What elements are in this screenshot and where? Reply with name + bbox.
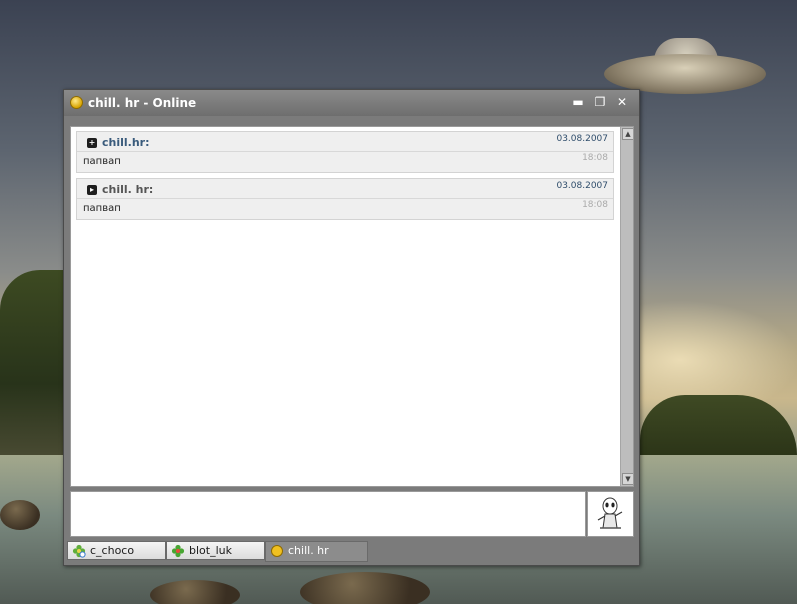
expand-icon[interactable]: ▸ <box>87 185 97 195</box>
message-sender: chill. hr: <box>102 183 154 196</box>
wallpaper-rock <box>150 580 240 604</box>
message-text: папвап <box>83 203 121 214</box>
restore-icon[interactable]: ❐ <box>592 94 608 110</box>
message-time: 18:08 <box>582 153 608 163</box>
flower-online-icon <box>171 544 185 558</box>
tab-c-choco[interactable]: c_choco <box>67 541 166 560</box>
message-item: + chill.hr: 03.08.2007 18:08 папвап <box>76 131 614 173</box>
close-icon[interactable]: ✕ <box>614 94 630 110</box>
wallpaper-jungle-left <box>0 270 64 460</box>
message-history[interactable]: + chill.hr: 03.08.2007 18:08 папвап ▸ ch… <box>70 126 634 487</box>
flower-away-icon <box>72 544 86 558</box>
wallpaper-rock <box>0 500 40 530</box>
message-sender: chill.hr: <box>102 136 150 149</box>
tab-chill-hr[interactable]: chill. hr <box>265 541 368 562</box>
window-title: chill. hr - Online <box>88 96 197 110</box>
conversation-tabs: c_choco blot_luk chill. hr <box>64 541 639 565</box>
alien-avatar-icon <box>597 497 623 529</box>
message-text: папвап <box>83 156 121 167</box>
contact-avatar[interactable] <box>587 491 634 537</box>
window-titlebar[interactable]: chill. hr - Online ▬ ❐ ✕ <box>64 90 639 116</box>
expand-icon[interactable]: + <box>87 138 97 148</box>
online-status-icon <box>70 96 83 109</box>
tab-label: c_choco <box>90 544 135 557</box>
message-date: 03.08.2007 <box>556 134 608 144</box>
history-scrollbar[interactable]: ▲ ▼ <box>620 127 633 486</box>
chat-window: chill. hr - Online ▬ ❐ ✕ + chill.hr: 03.… <box>63 89 640 566</box>
tab-label: blot_luk <box>189 544 232 557</box>
message-item: ▸ chill. hr: 03.08.2007 18:08 папвап <box>76 178 614 220</box>
online-status-icon <box>271 545 283 557</box>
scroll-up-icon[interactable]: ▲ <box>622 128 633 140</box>
message-input[interactable] <box>70 491 586 537</box>
tab-blot-luk[interactable]: blot_luk <box>166 541 265 560</box>
message-time: 18:08 <box>582 200 608 210</box>
scroll-down-icon[interactable]: ▼ <box>622 473 633 485</box>
wallpaper-rock <box>300 572 430 604</box>
minimize-icon[interactable]: ▬ <box>570 94 586 110</box>
tab-label: chill. hr <box>288 544 329 557</box>
message-date: 03.08.2007 <box>556 181 608 191</box>
